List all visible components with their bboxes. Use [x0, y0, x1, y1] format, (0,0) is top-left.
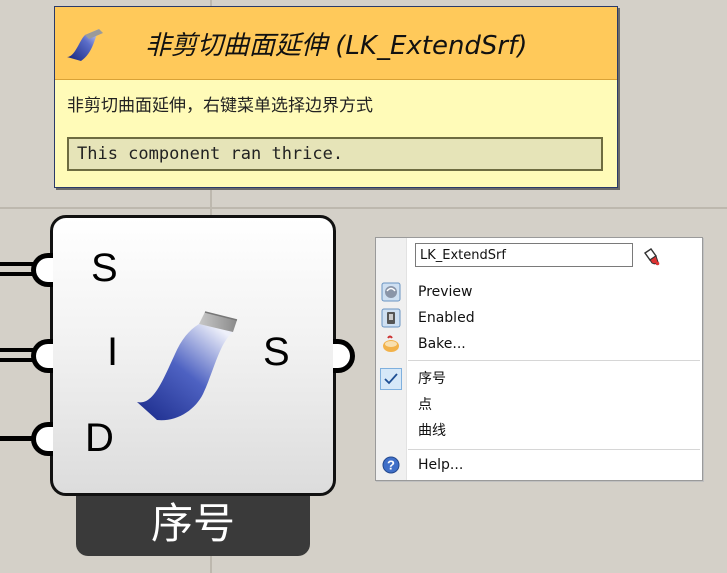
tooltip-description: 非剪切曲面延伸，右键菜单选择边界方式: [67, 96, 373, 116]
component-tooltip: 非剪切曲面延伸 (LK_ExtendSrf) 非剪切曲面延伸，右键菜单选择边界方…: [54, 6, 618, 188]
input-grip-i[interactable]: [31, 339, 53, 373]
output-port-s[interactable]: S: [263, 330, 290, 374]
svg-text:?: ?: [387, 458, 395, 473]
menu-item-boundary-index[interactable]: 序号: [376, 367, 702, 391]
enabled-icon: [381, 308, 401, 328]
menu-item-preview[interactable]: Preview: [376, 280, 702, 304]
input-grip-s[interactable]: [31, 253, 53, 287]
menu-item-bake[interactable]: Bake...: [376, 332, 702, 356]
menu-item-label: Enabled: [418, 310, 475, 326]
menu-item-label: 曲线: [418, 423, 446, 439]
menu-separator: [408, 360, 700, 361]
menu-item-boundary-point[interactable]: 点: [376, 393, 702, 417]
help-icon: ?: [382, 456, 400, 474]
menu-item-help[interactable]: ? Help...: [376, 453, 702, 477]
component-name-input[interactable]: [415, 243, 633, 267]
input-port-s[interactable]: S: [91, 246, 118, 290]
menu-item-label: Preview: [418, 284, 473, 300]
menu-item-boundary-curve[interactable]: 曲线: [376, 419, 702, 443]
tooltip-title: 非剪切曲面延伸 (LK_ExtendSrf): [145, 31, 528, 61]
preview-icon: [381, 282, 401, 302]
bake-icon: [383, 335, 399, 352]
menu-item-label: 序号: [418, 371, 446, 387]
menu-item-enabled[interactable]: Enabled: [376, 306, 702, 330]
menu-separator: [408, 449, 700, 450]
tooltip-header: 非剪切曲面延伸 (LK_ExtendSrf): [55, 7, 617, 80]
menu-item-label: Help...: [418, 457, 464, 473]
tooltip-status: This component ran thrice.: [67, 137, 603, 171]
menu-item-label: Bake...: [418, 336, 466, 352]
grasshopper-component[interactable]: S I D S: [50, 215, 336, 496]
menu-item-label: 点: [418, 397, 432, 413]
canvas-grid-line: [0, 207, 727, 209]
component-context-menu: Preview Enabled Bake... 序号 点 曲线: [375, 237, 703, 481]
surface-extend-icon: [67, 29, 103, 61]
input-port-d[interactable]: D: [85, 416, 114, 460]
menu-icon-gutter: [376, 238, 407, 480]
surface-extend-icon: [137, 311, 238, 421]
component-nickname: 序号: [150, 499, 235, 548]
output-grip-s[interactable]: [333, 339, 355, 373]
input-port-i[interactable]: I: [107, 330, 118, 374]
input-grip-d[interactable]: [31, 422, 53, 456]
paint-bucket-icon[interactable]: [641, 247, 661, 267]
check-icon: [380, 368, 402, 390]
